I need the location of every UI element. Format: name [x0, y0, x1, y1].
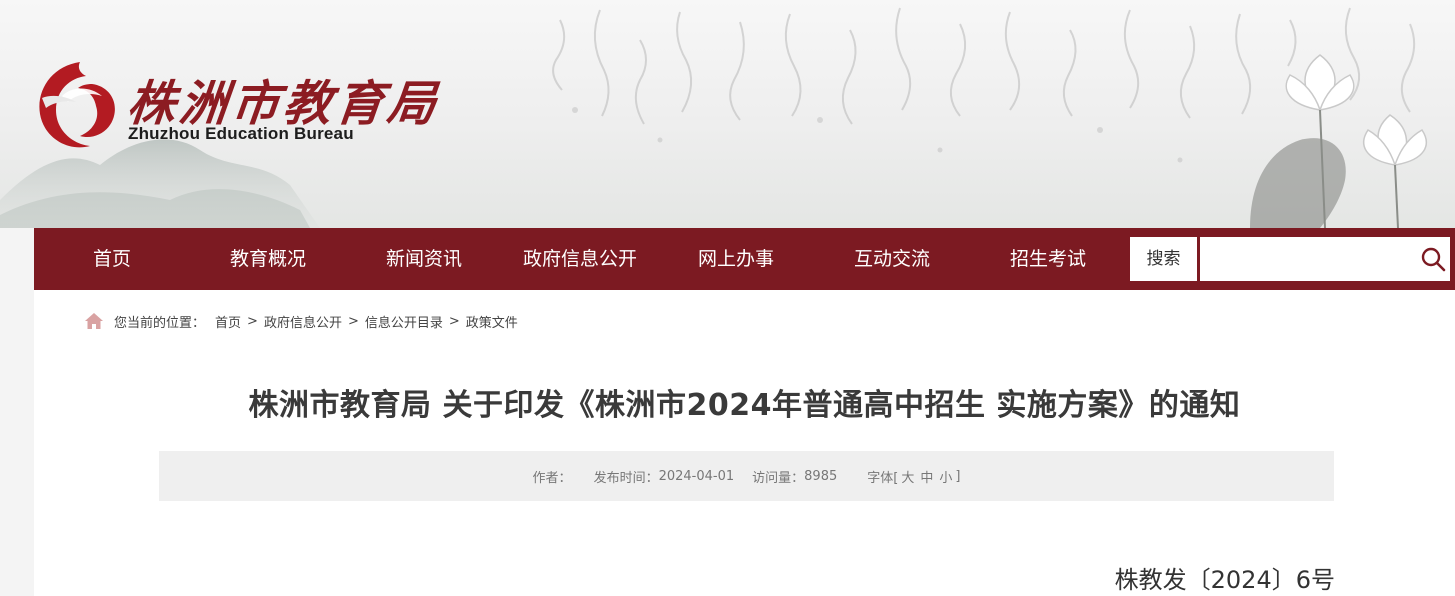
search-icon[interactable]	[1420, 246, 1446, 272]
page: 株洲市教育局 Zhuzhou Education Bureau 首页 教育概况 …	[0, 0, 1455, 596]
meta-views-value: 8985	[804, 468, 838, 484]
meta-date-value: 2024-04-01	[658, 468, 735, 484]
nav-item-online-services[interactable]: 网上办事	[658, 228, 814, 290]
nav-item-interaction[interactable]: 互动交流	[814, 228, 970, 290]
home-icon	[85, 313, 103, 329]
breadcrumb: 您当前的位置： 首页 > 政府信息公开 > 信息公开目录 > 政策文件	[84, 310, 518, 332]
font-size-small[interactable]: 小	[939, 467, 952, 486]
font-size-medium[interactable]: 中	[920, 467, 933, 486]
breadcrumb-separator: >	[448, 313, 460, 329]
meta-views-label: 访问量：	[752, 470, 805, 486]
article-title: 株洲市教育局 关于印发《株洲市2024年普通高中招生 实施方案》的通知	[248, 388, 1241, 423]
breadcrumb-link-home[interactable]: 首页	[215, 312, 241, 331]
header-banner: 株洲市教育局 Zhuzhou Education Bureau	[0, 0, 1455, 228]
meta-font-label: 字体[	[867, 470, 899, 486]
breadcrumb-link-gov-info[interactable]: 政府信息公开	[264, 312, 342, 331]
nav-item-news[interactable]: 新闻资讯	[346, 228, 502, 290]
document-number: 株教发〔2024〕6号	[1114, 566, 1335, 594]
breadcrumb-label: 您当前的位置：	[114, 315, 206, 331]
nav-item-home[interactable]: 首页	[34, 228, 190, 290]
nav-item-education-overview[interactable]: 教育概况	[190, 228, 346, 290]
breadcrumb-separator: >	[247, 313, 258, 329]
logo-emblem-icon	[39, 62, 115, 148]
search-input[interactable]	[1200, 237, 1450, 281]
meta-date-label: 发布时间：	[593, 470, 659, 486]
logo-english-text: Zhuzhou Education Bureau	[128, 124, 354, 143]
meta-author-label: 作者：	[532, 470, 572, 486]
meta-font-end: ]	[955, 468, 961, 484]
breadcrumb-separator: >	[347, 313, 359, 329]
breadcrumb-link-policy-docs[interactable]: 政策文件	[466, 312, 518, 331]
nav-item-gov-info-disclosure[interactable]: 政府信息公开	[502, 228, 658, 290]
font-size-large[interactable]: 大	[901, 467, 914, 486]
breadcrumb-link-info-catalog[interactable]: 信息公开目录	[365, 312, 443, 331]
search-button[interactable]: 搜索	[1130, 237, 1197, 281]
article-meta-bar: 作者： 发布时间： 2024-04-01 访问量： 8985 字体[ 大 中 小…	[159, 451, 1334, 501]
content-panel: 您当前的位置： 首页 > 政府信息公开 > 信息公开目录 > 政策文件 株洲市教…	[34, 290, 1455, 596]
nav-item-admissions-exams[interactable]: 招生考试	[970, 228, 1126, 290]
main-nav: 首页 教育概况 新闻资讯 政府信息公开 网上办事 互动交流 招生考试 搜索	[34, 228, 1455, 290]
site-logo[interactable]: 株洲市教育局 Zhuzhou Education Bureau	[32, 52, 442, 162]
